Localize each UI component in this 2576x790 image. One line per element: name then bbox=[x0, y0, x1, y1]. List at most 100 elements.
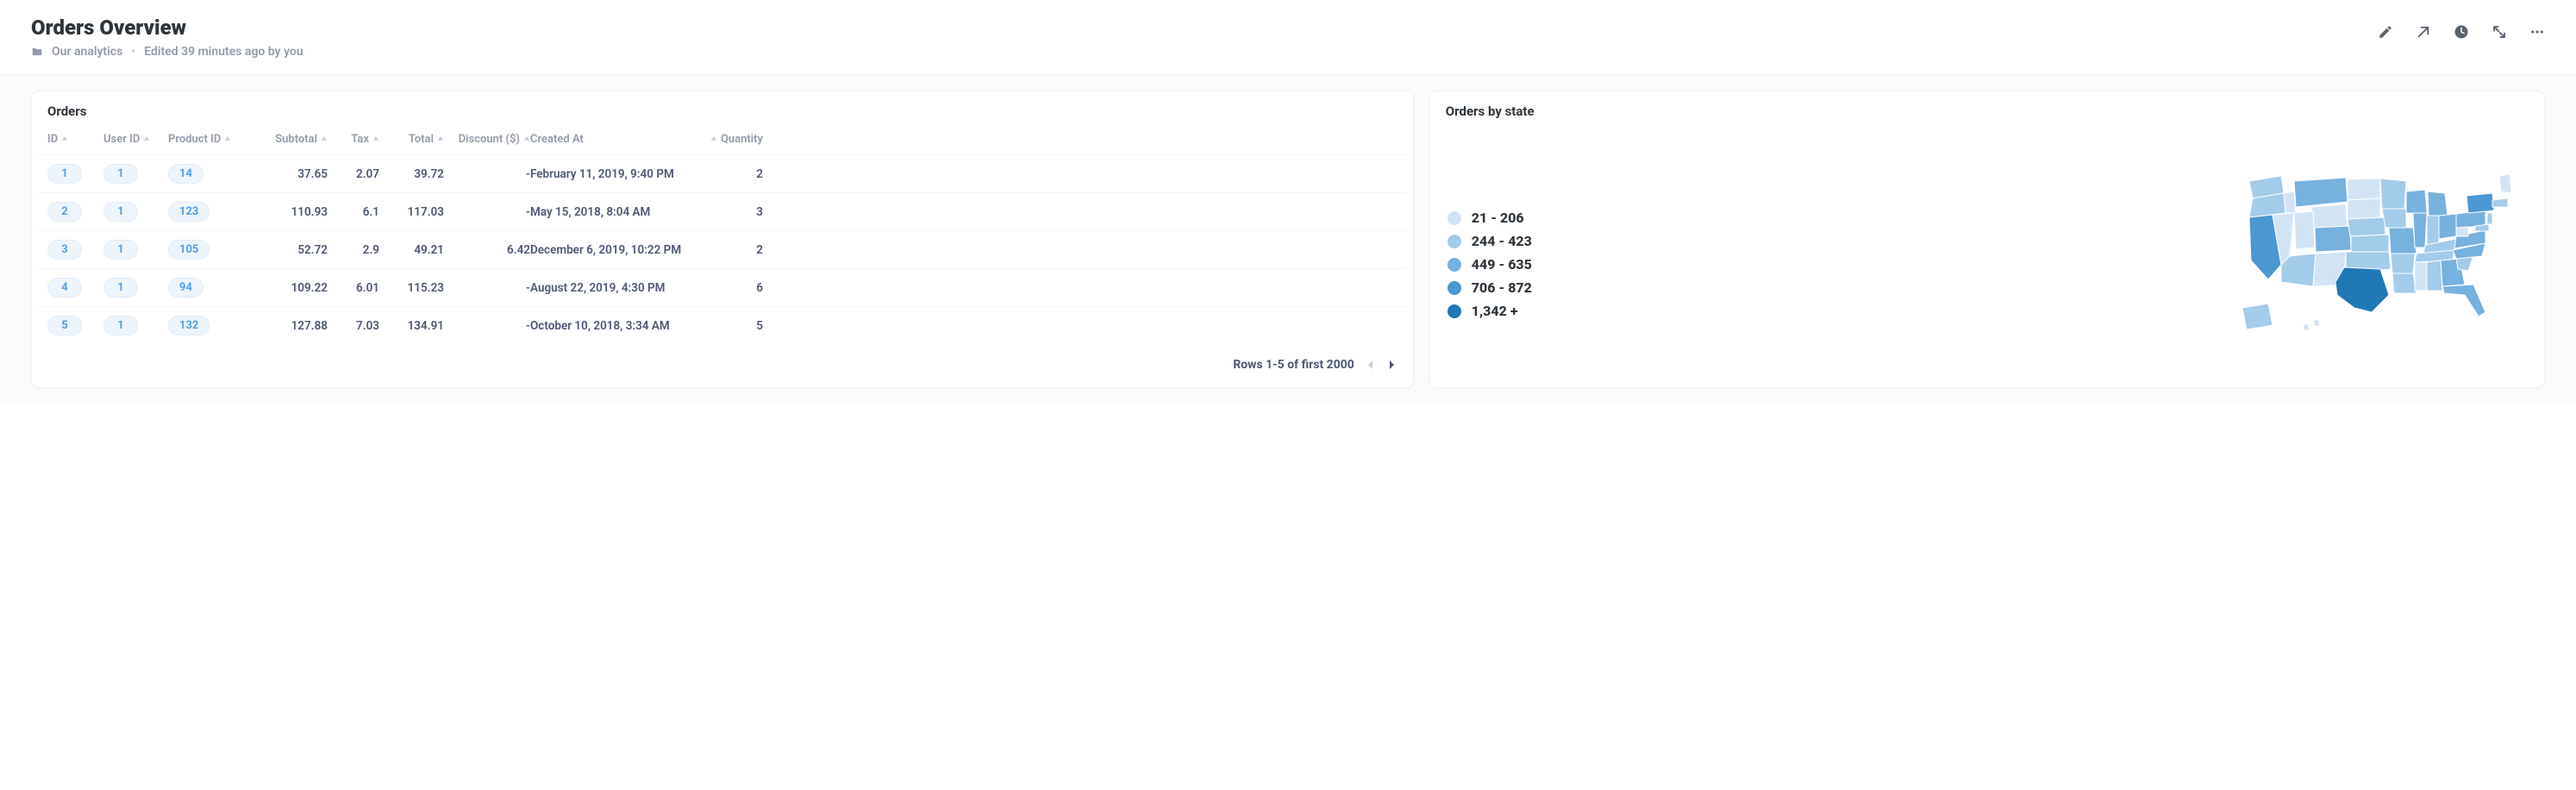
product-id-pill[interactable]: 105 bbox=[168, 240, 209, 260]
pager: Rows 1-5 of first 2000 bbox=[32, 344, 1413, 387]
page-title: Orders Overview bbox=[31, 16, 303, 40]
page-header: Orders Overview Our analytics • Edited 3… bbox=[0, 0, 2576, 75]
map-card-title[interactable]: Orders by state bbox=[1430, 91, 2544, 124]
state-hi-2[interactable] bbox=[2313, 319, 2320, 327]
sort-icon bbox=[372, 136, 379, 143]
user-id-pill[interactable]: 1 bbox=[103, 316, 138, 335]
state-nd[interactable] bbox=[2348, 179, 2380, 200]
cell-quantity: 2 bbox=[756, 167, 763, 181]
state-hi[interactable] bbox=[2303, 323, 2310, 331]
state-la[interactable] bbox=[2392, 273, 2417, 293]
legend-swatch bbox=[1447, 258, 1461, 272]
map-legend: 21 - 206244 - 423449 - 635706 - 8721,342… bbox=[1447, 184, 1532, 319]
state-ks[interactable] bbox=[2351, 235, 2389, 252]
state-oh[interactable] bbox=[2439, 214, 2456, 239]
cell-discount: 6.42 bbox=[507, 243, 530, 257]
id-pill[interactable]: 5 bbox=[47, 316, 82, 335]
legend-row: 706 - 872 bbox=[1447, 279, 1532, 296]
state-wi[interactable] bbox=[2406, 190, 2427, 213]
col-quantity[interactable]: Quantity bbox=[710, 133, 763, 146]
cell-quantity: 2 bbox=[756, 243, 763, 257]
next-page-icon[interactable] bbox=[1387, 361, 1396, 369]
state-ms[interactable] bbox=[2415, 262, 2427, 291]
prev-page-icon[interactable] bbox=[1366, 361, 1375, 369]
state-id[interactable] bbox=[2284, 191, 2296, 213]
user-id-pill[interactable]: 1 bbox=[103, 164, 138, 184]
col-created-at[interactable]: Created At bbox=[530, 133, 694, 146]
cell-tax: 6.01 bbox=[356, 281, 379, 295]
state-ar[interactable] bbox=[2391, 254, 2415, 273]
cell-total: 134.91 bbox=[408, 319, 444, 333]
state-ut[interactable] bbox=[2294, 211, 2315, 249]
header-actions bbox=[2378, 16, 2545, 40]
sort-icon bbox=[61, 136, 68, 143]
id-pill[interactable]: 1 bbox=[47, 164, 82, 184]
id-pill[interactable]: 2 bbox=[47, 202, 82, 222]
collection-link[interactable]: Our analytics bbox=[52, 45, 122, 59]
state-mt[interactable] bbox=[2294, 178, 2348, 207]
state-tx[interactable] bbox=[2335, 267, 2389, 312]
orders-card-title[interactable]: Orders bbox=[32, 91, 1413, 124]
separator-dot: • bbox=[131, 45, 135, 59]
product-id-pill[interactable]: 14 bbox=[168, 164, 203, 184]
product-id-pill[interactable]: 94 bbox=[168, 278, 203, 298]
pencil-icon[interactable] bbox=[2378, 24, 2393, 40]
state-in[interactable] bbox=[2427, 216, 2439, 245]
col-subtotal[interactable]: Subtotal bbox=[275, 133, 328, 146]
state-ne[interactable] bbox=[2348, 217, 2385, 236]
col-id[interactable]: ID bbox=[47, 133, 103, 146]
sort-icon bbox=[710, 136, 717, 143]
product-id-pill[interactable]: 132 bbox=[168, 316, 209, 335]
state-mi[interactable] bbox=[2428, 191, 2448, 216]
expand-icon[interactable] bbox=[2492, 24, 2507, 40]
edited-text: Edited 39 minutes ago by you bbox=[144, 45, 303, 59]
col-product-id[interactable]: Product ID bbox=[168, 133, 250, 146]
state-co[interactable] bbox=[2315, 226, 2351, 252]
state-fl[interactable] bbox=[2442, 285, 2485, 317]
cell-created-at: December 6, 2019, 10:22 PM bbox=[530, 243, 694, 257]
state-mo[interactable] bbox=[2389, 228, 2417, 254]
state-me[interactable] bbox=[2499, 174, 2511, 193]
id-pill[interactable]: 3 bbox=[47, 240, 82, 260]
cell-created-at: February 11, 2019, 9:40 PM bbox=[530, 167, 694, 181]
state-il[interactable] bbox=[2413, 213, 2427, 248]
user-id-pill[interactable]: 1 bbox=[103, 278, 138, 298]
state-ak[interactable] bbox=[2242, 304, 2273, 329]
legend-label: 449 - 635 bbox=[1472, 256, 1532, 273]
col-discount[interactable]: Discount ($) bbox=[459, 133, 530, 146]
cell-subtotal: 110.93 bbox=[291, 205, 328, 219]
sort-icon bbox=[224, 136, 231, 143]
user-id-pill[interactable]: 1 bbox=[103, 240, 138, 260]
clock-icon[interactable] bbox=[2454, 24, 2469, 40]
id-pill[interactable]: 4 bbox=[47, 278, 82, 298]
cell-tax: 6.1 bbox=[363, 205, 379, 219]
col-total[interactable]: Total bbox=[409, 133, 444, 146]
legend-swatch bbox=[1447, 304, 1461, 318]
orders-by-state-card: Orders by state 21 - 206244 - 423449 - 6… bbox=[1429, 91, 2545, 388]
pager-text: Rows 1-5 of first 2000 bbox=[1233, 358, 1354, 372]
state-sd[interactable] bbox=[2348, 198, 2380, 219]
legend-swatch bbox=[1447, 235, 1461, 248]
state-ia[interactable] bbox=[2382, 209, 2406, 228]
cell-quantity: 3 bbox=[756, 205, 763, 219]
ellipsis-icon[interactable] bbox=[2529, 24, 2545, 40]
state-ny[interactable] bbox=[2467, 193, 2494, 213]
state-nj[interactable] bbox=[2487, 213, 2492, 224]
state-mn[interactable] bbox=[2380, 179, 2406, 209]
table-row: 4194109.226.01115.23-August 22, 2019, 4:… bbox=[37, 268, 1408, 306]
legend-row: 1,342 + bbox=[1447, 303, 1532, 319]
state-al[interactable] bbox=[2427, 260, 2442, 291]
cell-subtotal: 127.88 bbox=[291, 319, 328, 333]
sort-icon bbox=[321, 136, 328, 143]
us-map[interactable] bbox=[2234, 166, 2518, 338]
state-ma[interactable] bbox=[2492, 198, 2508, 207]
col-tax[interactable]: Tax bbox=[351, 133, 379, 146]
cell-total: 49.21 bbox=[414, 243, 444, 257]
orders-table: ID User ID Product ID Subtotal Tax Total… bbox=[32, 124, 1413, 344]
state-md[interactable] bbox=[2475, 224, 2489, 231]
arrow-up-right-icon[interactable] bbox=[2416, 24, 2431, 40]
user-id-pill[interactable]: 1 bbox=[103, 202, 138, 222]
col-user-id[interactable]: User ID bbox=[103, 133, 168, 146]
legend-label: 21 - 206 bbox=[1472, 210, 1524, 226]
product-id-pill[interactable]: 123 bbox=[168, 202, 209, 222]
